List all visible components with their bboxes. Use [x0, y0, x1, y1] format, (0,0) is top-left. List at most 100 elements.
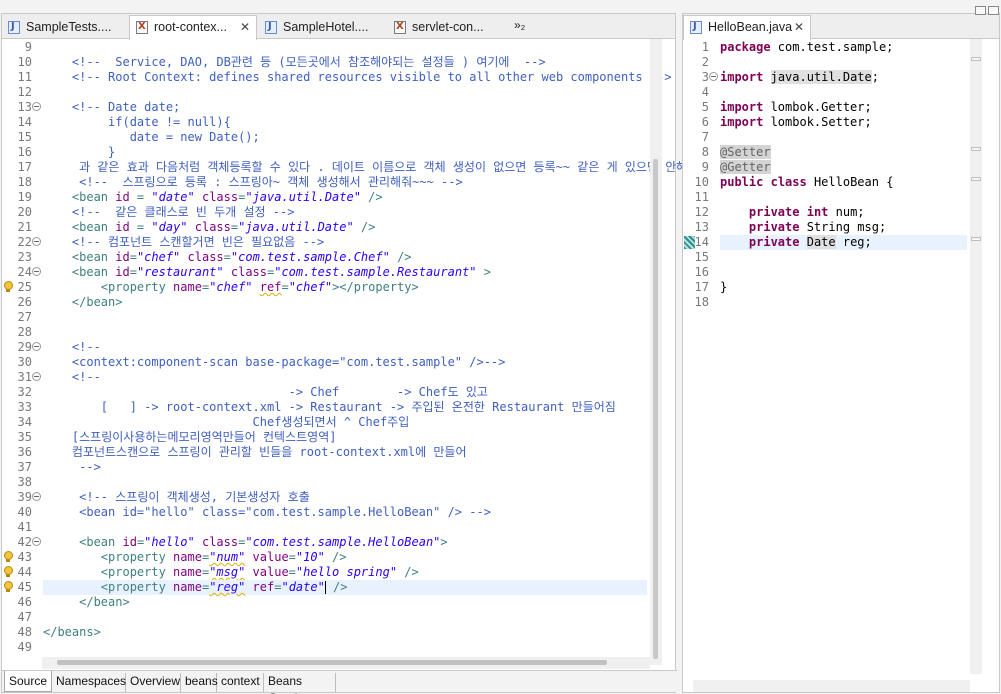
code-line[interactable]: 42 <bean id="hello" class="com.test.samp… [2, 535, 675, 550]
code-line[interactable]: 44 <property name="msg" value="hello spr… [2, 565, 675, 580]
code-line[interactable]: 46 </bean> [2, 595, 675, 610]
tab-hellobean[interactable]: HelloBean.java ✕ [683, 15, 811, 40]
code-line[interactable]: 10 <!-- Service, DAO, DB관련 등 (모든곳에서 참조해야… [2, 55, 675, 70]
code-text[interactable]: private int num; [720, 205, 865, 220]
close-icon[interactable]: ✕ [240, 20, 250, 34]
code-text[interactable]: private Date reg; [720, 235, 967, 250]
fold-toggle-icon[interactable] [32, 102, 41, 111]
code-line[interactable]: 28 [2, 325, 675, 340]
code-line[interactable]: 37 --> [2, 460, 675, 475]
code-line[interactable]: 16 [683, 265, 999, 280]
code-text[interactable]: <property name="chef" ref="chef"></prope… [43, 280, 419, 295]
code-line[interactable]: 5 import lombok.Getter; [683, 100, 999, 115]
code-text[interactable]: import lombok.Getter; [720, 100, 872, 115]
code-line[interactable]: 11 <!-- Root Context: defines shared res… [2, 70, 675, 85]
code-text[interactable]: @Getter [720, 160, 771, 175]
code-text[interactable]: <bean id="chef" class="com.test.sample.C… [43, 250, 412, 265]
fold-toggle-icon[interactable] [32, 372, 41, 381]
tab-root-context[interactable]: root-contex... ✕ [129, 15, 257, 40]
bottom-tab-overview[interactable]: Overview [126, 673, 181, 692]
code-line[interactable]: 9 [2, 40, 675, 55]
code-line[interactable]: 14 private Date reg; [683, 235, 999, 250]
code-text[interactable]: <!-- [43, 340, 101, 355]
code-line[interactable]: 15 [683, 250, 999, 265]
code-text[interactable]: -> Chef -> Chef도 있고 [43, 385, 488, 400]
xml-code-area[interactable]: 9 10 <!-- Service, DAO, DB관련 등 (모든곳에서 참조해… [2, 39, 698, 692]
code-line[interactable]: 30 <context:component-scan base-package=… [2, 355, 675, 370]
fold-toggle-icon[interactable] [32, 267, 41, 276]
bottom-tab-beans-graph[interactable]: Beans Graph [264, 673, 336, 694]
code-line[interactable]: 11 [683, 190, 999, 205]
close-icon[interactable]: ✕ [794, 20, 804, 34]
code-text[interactable]: package com.test.sample; [720, 40, 893, 55]
code-line[interactable]: 23 <bean id="chef" class="com.test.sampl… [2, 250, 675, 265]
code-line[interactable]: 31 <!-- [2, 370, 675, 385]
code-line[interactable]: 27 [2, 310, 675, 325]
code-text[interactable]: <bean id = "date" class="java.util.Date"… [43, 190, 383, 205]
code-text[interactable]: 과 같은 효과 다음처럼 객체등록할 수 있다 . 데이트 이름으로 객체 생성… [43, 160, 698, 175]
code-line[interactable]: 40 <bean id="hello" class="com.test.samp… [2, 505, 675, 520]
code-text[interactable]: <property name="num" value="10" /> [43, 550, 347, 565]
code-text[interactable]: <!-- 스프링으로 등록 : 스프링아~ 객체 생성해서 관리해줘~~~ --… [43, 175, 463, 190]
tab-sampletests[interactable]: SampleTests.... [2, 16, 127, 39]
java-vertical-scrollbar[interactable] [970, 39, 982, 674]
code-line[interactable]: 16 } [2, 145, 675, 160]
code-line[interactable]: 48 </beans> [2, 625, 675, 640]
code-text[interactable]: <!-- 같은 클래스로 빈 두개 설정 --> [43, 205, 295, 220]
code-line[interactable]: 49 [2, 640, 675, 655]
code-line[interactable]: 21 <bean id = "day" class="java.util.Dat… [2, 220, 675, 235]
code-line[interactable]: 22 <!-- 컴포넌트 스캔할거면 빈은 필요없음 --> [2, 235, 675, 250]
code-line[interactable]: 10 public class HelloBean { [683, 175, 999, 190]
fold-toggle-icon[interactable] [32, 342, 41, 351]
tab-overflow-button[interactable]: »₂ [514, 18, 525, 32]
code-line[interactable]: 12 [2, 85, 675, 100]
code-text[interactable]: private String msg; [720, 220, 886, 235]
code-text[interactable]: <!-- [43, 370, 101, 385]
code-text[interactable]: public class HelloBean { [720, 175, 893, 190]
code-line[interactable]: 8 @Setter [683, 145, 999, 160]
code-line[interactable]: 47 [2, 610, 675, 625]
code-text[interactable]: date = new Date(); [43, 130, 260, 145]
tab-samplehotel[interactable]: SampleHotel.... [259, 16, 384, 39]
code-text[interactable]: <bean id = "day" class="java.util.Date" … [43, 220, 376, 235]
code-text[interactable]: 컴포넌트스캔으로 스프링이 관리할 빈들을 root-context.xml에 … [43, 445, 467, 460]
code-text[interactable]: <bean id="hello" class="com.test.sample.… [43, 505, 491, 520]
code-text[interactable]: } [720, 280, 727, 295]
code-line[interactable]: 26 </bean> [2, 295, 675, 310]
code-text[interactable]: <!-- Date date; [43, 100, 180, 115]
xml-horizontal-scrollbar[interactable] [42, 657, 650, 669]
code-line[interactable]: 14 if(date != null){ [2, 115, 675, 130]
code-text[interactable]: --> [43, 460, 101, 475]
code-line[interactable]: 18 <!-- 스프링으로 등록 : 스프링아~ 객체 생성해서 관리해줘~~~… [2, 175, 675, 190]
code-text[interactable]: <bean id="hello" class="com.test.sample.… [43, 535, 448, 550]
maximize-icon[interactable] [988, 6, 999, 15]
code-line[interactable]: 36 컴포넌트스캔으로 스프링이 관리할 빈들을 root-context.xm… [2, 445, 675, 460]
code-line[interactable]: 33 [ ] -> root-context.xml -> Restaurant… [2, 400, 675, 415]
code-line[interactable]: 38 [2, 475, 675, 490]
code-text[interactable]: [스프링이사용하는메모리영역만들어 컨텍스트영역] [43, 430, 337, 445]
code-line[interactable]: 20 <!-- 같은 클래스로 빈 두개 설정 --> [2, 205, 675, 220]
bottom-tab-context[interactable]: context [217, 673, 264, 692]
code-line[interactable]: 35 [스프링이사용하는메모리영역만들어 컨텍스트영역] [2, 430, 675, 445]
code-text[interactable]: <!-- 스프링이 객체생성, 기본생성자 호출 [43, 490, 310, 505]
fold-toggle-icon[interactable] [709, 72, 718, 81]
code-line[interactable]: 2 [683, 55, 999, 70]
code-line[interactable]: 24 <bean id="restaurant" class="com.test… [2, 265, 675, 280]
code-text[interactable]: <bean id="restaurant" class="com.test.sa… [43, 265, 491, 280]
code-text[interactable]: Chef생성되면서 ^ Chef주입 [43, 415, 410, 430]
fold-toggle-icon[interactable] [32, 492, 41, 501]
minimize-icon[interactable] [975, 6, 986, 15]
code-text[interactable]: @Setter [720, 145, 771, 160]
code-text[interactable]: <property name="msg" value="hello spring… [43, 565, 419, 580]
code-line[interactable]: 19 <bean id = "date" class="java.util.Da… [2, 190, 675, 205]
code-text[interactable]: <!-- Service, DAO, DB관련 등 (모든곳에서 참조해야되는 … [43, 55, 546, 70]
code-text[interactable]: } [43, 145, 115, 160]
code-line[interactable]: 18 [683, 295, 999, 310]
fold-toggle-icon[interactable] [32, 237, 41, 246]
bottom-tab-beans[interactable]: beans [181, 673, 218, 692]
code-line[interactable]: 9 @Getter [683, 160, 999, 175]
code-line[interactable]: 15 date = new Date(); [2, 130, 675, 145]
code-line[interactable]: 34 Chef생성되면서 ^ Chef주입 [2, 415, 675, 430]
fold-toggle-icon[interactable] [32, 537, 41, 546]
code-text[interactable]: if(date != null){ [43, 115, 231, 130]
